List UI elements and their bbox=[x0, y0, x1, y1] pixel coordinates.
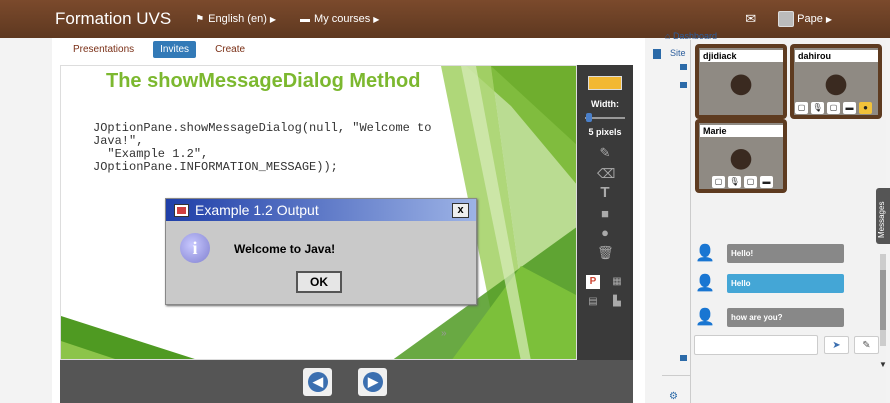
user-icon: 👤 bbox=[695, 244, 715, 262]
width-slider-handle[interactable] bbox=[586, 113, 592, 122]
participant-name: Marie bbox=[700, 125, 783, 137]
app-root: Formation UVS ⚑ English (en) ▶ ▬ My cour… bbox=[0, 0, 890, 403]
chat-message: 👤 Hello bbox=[695, 274, 844, 293]
screen-icon[interactable]: ▢ bbox=[795, 102, 808, 114]
messages-tab-label: Messages bbox=[877, 201, 886, 238]
chat-bubble: how are you? bbox=[727, 308, 844, 327]
pdf-icon[interactable]: ▙ bbox=[610, 295, 624, 309]
tab-presentations[interactable]: Presentations bbox=[66, 41, 141, 58]
circle-icon[interactable]: ● bbox=[597, 225, 613, 241]
divider bbox=[662, 375, 690, 376]
rectangle-icon[interactable]: ■ bbox=[597, 206, 613, 222]
folder-icon bbox=[680, 82, 687, 88]
screen-icon[interactable]: ▢ bbox=[712, 176, 725, 188]
grid-icon[interactable]: ▤ bbox=[586, 295, 600, 309]
caret-right-icon: ▶ bbox=[825, 14, 832, 24]
pencil-icon: ✎ bbox=[862, 340, 871, 351]
info-icon: i bbox=[180, 233, 210, 263]
color-picker[interactable] bbox=[588, 76, 622, 90]
my-courses-label: My courses bbox=[314, 13, 371, 25]
participant-name: djidiack bbox=[700, 50, 783, 62]
site-brand[interactable]: Formation UVS bbox=[55, 9, 171, 29]
caret-right-icon: ▶ bbox=[373, 14, 380, 24]
powerpoint-icon[interactable]: P bbox=[586, 275, 600, 289]
slide-navigation: ◀ ▶ bbox=[60, 360, 633, 403]
whiteboard-toolbar: Width: 5 pixels ✎ ⌫ T ■ ● 🗑 P ▦ ▤ ▙ bbox=[577, 65, 633, 360]
send-button[interactable]: ➤ bbox=[824, 336, 849, 354]
site-link[interactable]: Site bbox=[670, 48, 686, 58]
avatar bbox=[778, 11, 795, 27]
message-dialog: Example 1.2 Output x i Welcome to Java! … bbox=[165, 198, 477, 305]
dialog-title: Example 1.2 Output bbox=[195, 202, 319, 218]
chat-bubble: Hello! bbox=[727, 244, 844, 263]
arrow-left-icon: ◀ bbox=[308, 372, 328, 392]
dialog-titlebar: Example 1.2 Output x bbox=[166, 199, 476, 221]
trash-icon[interactable]: 🗑 bbox=[597, 245, 614, 261]
video-controls: ▢ 🎙 ▢ ▬ bbox=[712, 176, 773, 188]
arrow-right-icon: ▶ bbox=[363, 372, 383, 392]
close-icon[interactable]: x bbox=[452, 203, 469, 218]
microphone-icon[interactable]: 🎙 bbox=[811, 102, 824, 114]
slide-code: JOptionPane.showMessageDialog(null, "Wel… bbox=[93, 121, 432, 174]
chat-message: 👤 how are you? bbox=[695, 308, 844, 327]
folder-icon bbox=[680, 355, 687, 361]
send-icon: ➤ bbox=[832, 340, 841, 351]
top-navbar: Formation UVS ⚑ English (en) ▶ ▬ My cour… bbox=[0, 0, 890, 38]
tab-invites[interactable]: Invites bbox=[153, 40, 197, 58]
chat-messages: 👤 Hello! 👤 Hello 👤 how are you? bbox=[695, 236, 855, 336]
slide-title: The showMessageDialog Method bbox=[106, 70, 421, 92]
text-icon[interactable]: T bbox=[597, 185, 613, 201]
scrollbar-thumb[interactable] bbox=[880, 270, 886, 330]
slide-page-marker: » bbox=[441, 328, 447, 339]
pencil-icon[interactable]: ✎ bbox=[597, 145, 613, 161]
video-tile[interactable]: Marie ▢ 🎙 ▢ ▬ bbox=[695, 119, 787, 193]
image-icon[interactable]: ▦ bbox=[610, 275, 624, 289]
width-label: Width: bbox=[591, 99, 619, 109]
chat-scrollbar[interactable] bbox=[880, 254, 886, 346]
home-icon: ⌂ bbox=[665, 31, 673, 41]
user-icon: 👤 bbox=[695, 308, 715, 326]
microphone-icon[interactable]: 🎙 bbox=[728, 176, 741, 188]
navbar-right: ✉ Pape ▶ bbox=[745, 0, 832, 38]
file-icon bbox=[653, 49, 661, 59]
java-app-icon bbox=[174, 203, 189, 217]
user-icon: 👤 bbox=[695, 274, 715, 292]
ok-button[interactable]: OK bbox=[296, 271, 342, 293]
chat-bubble: Hello bbox=[727, 274, 844, 293]
messages-tab[interactable]: Messages bbox=[876, 188, 890, 244]
folder-icon bbox=[680, 64, 687, 70]
screen-icon[interactable]: ▢ bbox=[827, 102, 840, 114]
conference-panel: djidiack dahirou ▢ 🎙 ▢ ▬ ● Marie ▢ 🎙 ▢ ▬ bbox=[690, 40, 887, 403]
user-name: Pape bbox=[797, 13, 823, 25]
eraser-icon[interactable]: ⌫ bbox=[597, 166, 615, 182]
chrome-icon[interactable]: ● bbox=[859, 102, 872, 114]
video-controls: ▢ 🎙 ▢ ▬ ● bbox=[795, 102, 872, 114]
edit-button[interactable]: ✎ bbox=[854, 336, 879, 354]
video-tile[interactable]: dahirou ▢ 🎙 ▢ ▬ ● bbox=[790, 44, 882, 119]
settings-icon[interactable]: ⚙ bbox=[669, 391, 678, 402]
dialog-message: Welcome to Java! bbox=[234, 242, 336, 256]
language-label: English (en) bbox=[208, 13, 267, 25]
camera-icon[interactable]: ▬ bbox=[843, 102, 856, 114]
camera-icon[interactable]: ▬ bbox=[760, 176, 773, 188]
next-slide-button[interactable]: ▶ bbox=[358, 368, 387, 396]
previous-slide-button[interactable]: ◀ bbox=[303, 368, 332, 396]
briefcase-icon: ▬ bbox=[300, 13, 311, 25]
tab-create[interactable]: Create bbox=[208, 41, 252, 58]
presentation-tabs: Presentations Invites Create bbox=[52, 38, 264, 60]
caret-right-icon: ▶ bbox=[269, 14, 277, 24]
chat-message: 👤 Hello! bbox=[695, 244, 844, 263]
participant-name: dahirou bbox=[795, 50, 878, 62]
mail-icon[interactable]: ✉ bbox=[745, 11, 756, 27]
my-courses-menu[interactable]: ▬ My courses ▶ bbox=[300, 13, 379, 25]
video-tile[interactable]: djidiack bbox=[695, 44, 787, 119]
chat-input[interactable] bbox=[694, 335, 818, 355]
width-value: 5 pixels bbox=[588, 127, 622, 137]
screen-icon[interactable]: ▢ bbox=[744, 176, 757, 188]
user-menu[interactable]: Pape ▶ bbox=[778, 11, 832, 27]
language-menu[interactable]: ⚑ English (en) ▶ bbox=[195, 13, 276, 25]
flag-icon: ⚑ bbox=[195, 13, 205, 25]
chevron-down-icon[interactable]: ▼ bbox=[879, 360, 887, 369]
